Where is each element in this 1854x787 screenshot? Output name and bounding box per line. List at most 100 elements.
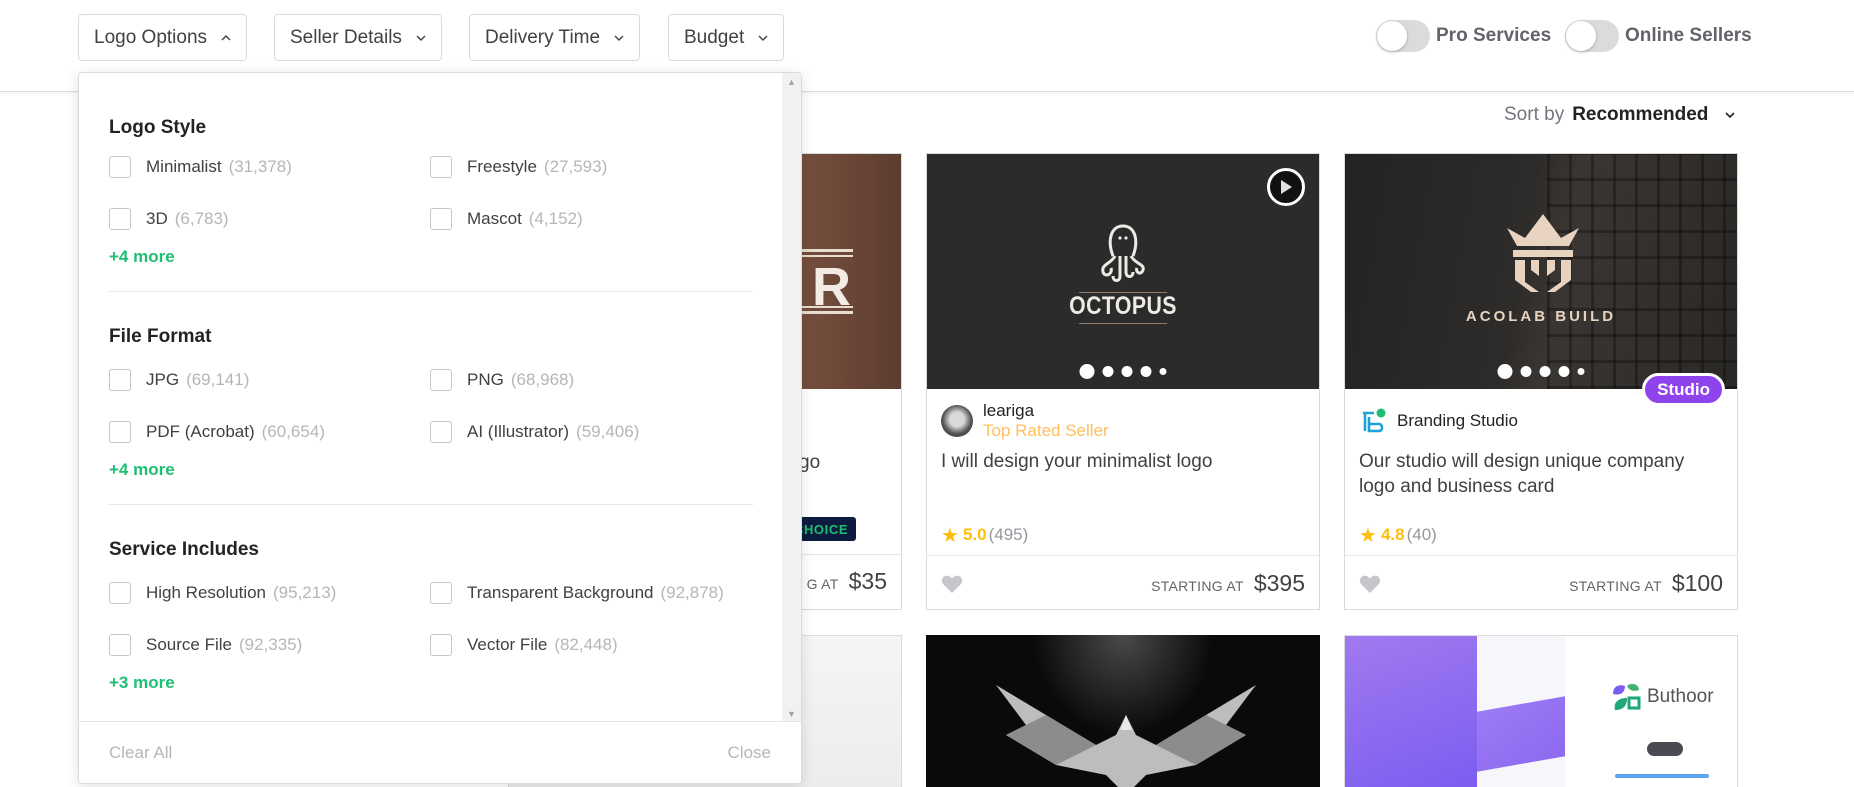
carousel-dots (1497, 364, 1585, 379)
octopus-logo-icon (1101, 224, 1145, 282)
gig-title[interactable]: Our studio will design unique company lo… (1345, 441, 1737, 515)
checkbox[interactable] (109, 208, 131, 230)
play-video-button[interactable] (1267, 168, 1305, 206)
filter-label: Seller Details (290, 26, 402, 48)
section-title: Logo Style (109, 117, 207, 138)
sort-dropdown[interactable]: Sort by Recommended (1504, 104, 1736, 126)
carousel-dot[interactable] (1121, 366, 1133, 377)
filter-option[interactable]: Mascot (4,152) (430, 193, 751, 245)
filter-option[interactable]: JPG (69,141) (109, 354, 430, 406)
carousel-dot[interactable] (1140, 366, 1152, 377)
carousel-dot[interactable] (1520, 366, 1532, 377)
image-decoration (1477, 696, 1565, 772)
show-more-link[interactable]: +3 more (109, 671, 175, 705)
leaf-logo-icon (1613, 683, 1641, 710)
show-more-link[interactable]: +4 more (109, 245, 175, 279)
option-count: (4,152) (528, 209, 583, 228)
scroll-up-arrow-icon[interactable]: ▲ (787, 77, 796, 87)
image-logo-text: OCTOPUS (1069, 292, 1177, 320)
heart-icon[interactable] (941, 574, 963, 594)
heart-icon[interactable] (1359, 574, 1381, 594)
carousel-dot[interactable] (1497, 364, 1513, 379)
dropdown-scrollbar[interactable]: ▲ ▼ (782, 73, 801, 723)
filter-label: Logo Options (94, 26, 208, 48)
seller-details-filter-button[interactable]: Seller Details (274, 14, 442, 61)
filter-option[interactable]: AI (Illustrator) (59,406) (430, 406, 751, 458)
checkbox[interactable] (430, 369, 452, 391)
option-count: (59,406) (576, 422, 640, 441)
filter-option[interactable]: 3D (6,783) (109, 193, 430, 245)
checkbox[interactable] (109, 369, 131, 391)
carousel-dot[interactable] (1159, 368, 1167, 375)
checkbox[interactable] (430, 421, 452, 443)
scroll-down-arrow-icon[interactable]: ▼ (787, 709, 796, 719)
rating-score: 4.8 (1380, 525, 1405, 544)
budget-filter-button[interactable]: Budget (668, 14, 785, 61)
carousel-dot[interactable] (1539, 366, 1551, 377)
branding-studio-avatar[interactable] (1359, 407, 1387, 435)
seller-name[interactable]: leariga (983, 401, 1109, 421)
price-prefix: STARTING AT (1151, 578, 1244, 594)
gig-card[interactable]: Buthoor (1344, 635, 1738, 787)
toggle-track[interactable] (1376, 20, 1430, 52)
filter-option[interactable]: Source File (92,335) (109, 619, 430, 671)
gig-title[interactable]: I will design your minimalist logo (927, 441, 1319, 515)
close-button[interactable]: Close (728, 743, 771, 763)
gig-image[interactable]: OCTOPUS (927, 154, 1319, 389)
online-sellers-toggle[interactable]: Online Sellers (1565, 20, 1752, 52)
seller-name[interactable]: Branding Studio (1397, 411, 1518, 431)
option-count: (92,335) (238, 635, 303, 654)
rating-score: 5.0 (962, 525, 987, 544)
image-decoration (1615, 774, 1709, 778)
gig-card[interactable]: ACOLAB BUILD Studio Branding Studio Our … (1344, 153, 1738, 610)
carousel-dot[interactable] (1577, 368, 1585, 375)
logo-options-filter-button[interactable]: Logo Options (78, 14, 248, 61)
checkbox[interactable] (109, 421, 131, 443)
show-more-link[interactable]: +4 more (109, 458, 175, 492)
option-label: Mascot (467, 209, 522, 228)
filter-option[interactable]: PNG (68,968) (430, 354, 751, 406)
checkbox[interactable] (109, 634, 131, 656)
checkbox[interactable] (430, 208, 452, 230)
carousel-dot[interactable] (1102, 366, 1114, 377)
option-label: Transparent Background (467, 583, 654, 602)
gig-image[interactable]: ACOLAB BUILD (1345, 154, 1737, 389)
checkbox[interactable] (430, 156, 452, 178)
filter-option[interactable]: Vector File (82,448) (430, 619, 751, 671)
option-count: (95,213) (273, 583, 337, 602)
carousel-dot[interactable] (1079, 364, 1095, 379)
checkbox[interactable] (430, 634, 452, 656)
clear-all-button[interactable]: Clear All (109, 743, 172, 763)
checkbox[interactable] (430, 582, 452, 604)
option-count: (68,968) (510, 370, 575, 389)
filter-option[interactable]: Freestyle (27,593) (430, 141, 751, 193)
logo-options-dropdown: Logo Style Minimalist (31,378) Freestyle (… (78, 72, 802, 784)
filter-option[interactable]: Minimalist (31,378) (109, 141, 430, 193)
toggle-knob (1566, 21, 1596, 51)
studio-badge: Studio (1642, 373, 1725, 406)
gig-card[interactable] (926, 635, 1320, 787)
option-count: (69,141) (186, 370, 250, 389)
avatar[interactable] (941, 405, 973, 437)
gig-image[interactable] (926, 635, 1320, 787)
delivery-time-filter-button[interactable]: Delivery Time (469, 14, 641, 61)
checkbox[interactable] (109, 156, 131, 178)
gig-image[interactable] (1345, 636, 1477, 787)
seller-info: leariga Top Rated Seller (927, 389, 1319, 441)
image-logo-text: Buthoor (1647, 686, 1714, 707)
filter-option[interactable]: PDF (Acrobat) (60,654) (109, 406, 430, 458)
gig-card[interactable]: OCTOPUS leariga Top Rated Seller I will … (926, 153, 1320, 610)
filter-option[interactable]: Transparent Background (92,878) (430, 567, 751, 619)
price: STARTING AT $395 (1151, 570, 1305, 597)
checkbox[interactable] (109, 582, 131, 604)
toggle-knob (1377, 21, 1407, 51)
pro-services-toggle[interactable]: Pro Services (1376, 20, 1551, 52)
image-decoration (1079, 323, 1167, 324)
gig-title[interactable]: go (799, 452, 820, 474)
toggle-track[interactable] (1565, 20, 1619, 52)
filter-label: Budget (684, 26, 745, 48)
filter-option[interactable]: High Resolution (95,213) (109, 567, 430, 619)
option-label: AI (Illustrator) (467, 422, 570, 441)
price-value: $35 (848, 568, 887, 594)
carousel-dot[interactable] (1558, 366, 1570, 377)
